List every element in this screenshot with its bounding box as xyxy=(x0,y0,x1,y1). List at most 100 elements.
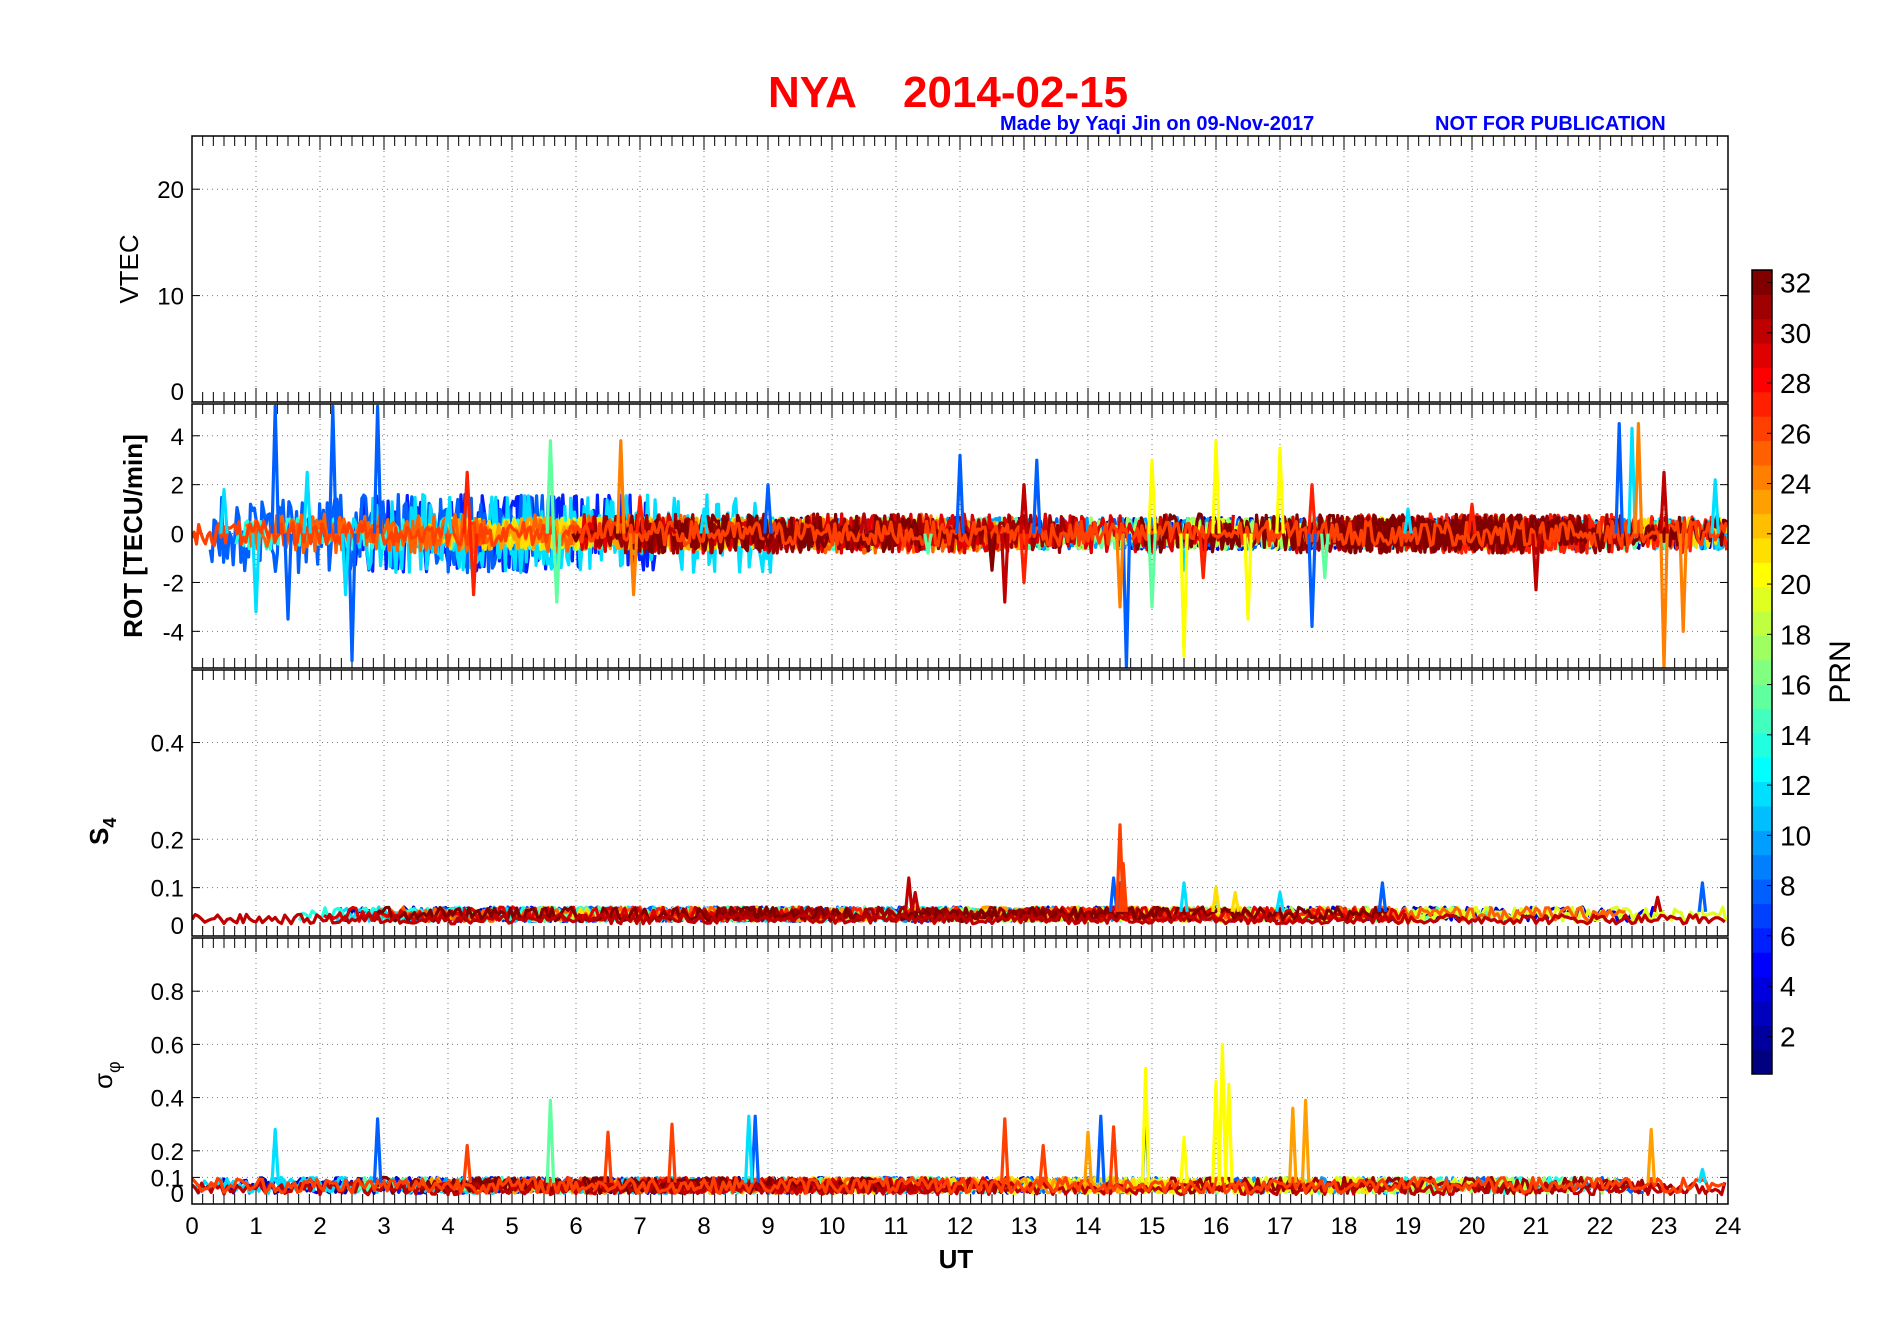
y-tick-label: 0.2 xyxy=(151,1139,184,1166)
x-tick-label: 20 xyxy=(1459,1213,1486,1240)
y-tick-label: 0.4 xyxy=(151,731,184,758)
x-tick-label: 6 xyxy=(569,1213,582,1240)
plot-area xyxy=(192,938,1728,1204)
colorbar-tick-label: 24 xyxy=(1780,469,1811,500)
y-axis-label-subscript: 4 xyxy=(100,818,120,828)
x-tick-label: 12 xyxy=(947,1213,974,1240)
panel-rot: -4 -2 0 2 4 ROT [TECU/min] xyxy=(118,403,1729,669)
colorbar-tick-label: 30 xyxy=(1780,318,1811,349)
colorbar-tick-label: 32 xyxy=(1780,268,1811,299)
y-axis-label: ROT [TECU/min] xyxy=(118,434,148,638)
colorbar-cell xyxy=(1752,513,1772,539)
x-tick-label: 21 xyxy=(1523,1213,1550,1240)
colorbar-cell xyxy=(1752,903,1772,929)
x-tick-label: 18 xyxy=(1331,1213,1358,1240)
colorbar-cell xyxy=(1752,440,1772,466)
y-tick-label: -4 xyxy=(163,619,184,646)
title-group: NYA 2014-02-15 Made by Yaqi Jin on 09-No… xyxy=(768,68,1666,135)
colorbar-tick-label: 10 xyxy=(1780,820,1811,851)
colorbar-cell xyxy=(1752,1025,1772,1051)
y-tick-label: 0 xyxy=(171,379,184,406)
colorbar-cell xyxy=(1752,952,1772,978)
x-tick-label: 14 xyxy=(1075,1213,1102,1240)
x-tick-label: 17 xyxy=(1267,1213,1294,1240)
y-tick-label: 0.8 xyxy=(151,979,184,1006)
colorbar: 2468101214161820222426283032PRN xyxy=(1751,268,1857,1075)
y-tick-label: 0.2 xyxy=(151,827,184,854)
y-tick-label: -2 xyxy=(163,570,184,597)
station-title: NYA xyxy=(768,68,857,117)
colorbar-cell xyxy=(1752,708,1772,734)
y-axis-label: VTEC xyxy=(114,234,144,303)
colorbar-label: PRN xyxy=(1824,640,1857,703)
colorbar-cell xyxy=(1752,586,1772,612)
colorbar-cell xyxy=(1752,732,1772,758)
colorbar-cell xyxy=(1752,830,1772,856)
x-tick-label: 4 xyxy=(441,1213,454,1240)
y-tick-label: 0 xyxy=(171,522,184,549)
x-tick-label: 16 xyxy=(1203,1213,1230,1240)
panel-vtec: 0 10 20 VTEC xyxy=(114,135,1729,406)
colorbar-tick-label: 18 xyxy=(1780,619,1811,650)
colorbar-tick-label: 14 xyxy=(1780,720,1811,751)
date-title: 2014-02-15 xyxy=(903,68,1128,117)
colorbar-tick-label: 16 xyxy=(1780,670,1811,701)
colorbar-cell xyxy=(1752,464,1772,490)
colorbar-tick-label: 12 xyxy=(1780,770,1811,801)
x-tick-label: 13 xyxy=(1011,1213,1038,1240)
colorbar-cell xyxy=(1752,879,1772,904)
y-tick-label: 0.1 xyxy=(151,1165,184,1192)
plot-area xyxy=(192,136,1728,402)
x-axis: 0 1 2 3 4 5 6 7 8 9 10 11 12 13 14 15 16 17 18 19 20 21 22 23 24 xyxy=(185,1213,1741,1240)
colorbar-tick-label: 22 xyxy=(1780,519,1811,550)
colorbar-cell xyxy=(1752,562,1772,588)
notice-label: NOT FOR PUBLICATION xyxy=(1435,113,1666,135)
colorbar-tick-label: 4 xyxy=(1780,971,1796,1002)
x-tick-label: 11 xyxy=(884,1213,909,1240)
y-tick-label: 2 xyxy=(171,473,184,500)
colorbar-tick-label: 6 xyxy=(1780,921,1796,952)
x-tick-label: 10 xyxy=(819,1213,846,1240)
y-tick-label: 0 xyxy=(171,913,184,940)
colorbar-cell xyxy=(1752,611,1772,636)
panel-sigma_phi: 00.10.20.40.60.8σφ xyxy=(88,937,1729,1208)
colorbar-cell xyxy=(1752,854,1772,880)
y-tick-label: 0.4 xyxy=(151,1086,184,1113)
x-tick-label: 0 xyxy=(185,1213,198,1240)
colorbar-cell xyxy=(1752,318,1772,344)
x-tick-label: 23 xyxy=(1651,1213,1678,1240)
colorbar-cell xyxy=(1752,684,1772,710)
colorbar-cell xyxy=(1752,1049,1772,1075)
panel-s4: 0 0.1 0.2 0.4 S4 xyxy=(84,669,1729,940)
colorbar-cell xyxy=(1752,976,1772,1002)
colorbar-cell xyxy=(1752,806,1772,831)
x-tick-label: 2 xyxy=(313,1213,326,1240)
x-tick-label: 15 xyxy=(1139,1213,1166,1240)
colorbar-cell xyxy=(1752,391,1772,417)
x-tick-label: 24 xyxy=(1715,1213,1742,1240)
colorbar-cell xyxy=(1752,659,1772,685)
colorbar-cell xyxy=(1752,489,1772,515)
colorbar-cell xyxy=(1752,343,1772,368)
x-tick-label: 1 xyxy=(249,1213,262,1240)
colorbar-cell xyxy=(1752,416,1772,442)
x-tick-label: 8 xyxy=(697,1213,710,1240)
x-tick-label: 7 xyxy=(633,1213,646,1240)
x-axis-label: UT xyxy=(939,1244,974,1274)
y-tick-label: 0.6 xyxy=(151,1032,184,1059)
colorbar-cell xyxy=(1752,538,1772,563)
y-axis-label: σφ xyxy=(88,1061,124,1089)
colorbar-cell xyxy=(1752,1000,1772,1026)
colorbar-cell xyxy=(1752,294,1772,320)
colorbar-tick-label: 20 xyxy=(1780,569,1811,600)
colorbar-cell xyxy=(1752,367,1772,393)
x-tick-label: 22 xyxy=(1587,1213,1614,1240)
colorbar-tick-label: 2 xyxy=(1780,1021,1796,1052)
colorbar-cell xyxy=(1752,927,1772,953)
x-tick-label: 3 xyxy=(377,1213,390,1240)
y-tick-label: 0.1 xyxy=(151,876,184,903)
colorbar-cell xyxy=(1752,635,1772,661)
colorbar-tick-label: 26 xyxy=(1780,418,1811,449)
credit-label: Made by Yaqi Jin on 09-Nov-2017 xyxy=(1000,113,1314,135)
colorbar-tick-label: 28 xyxy=(1780,368,1811,399)
